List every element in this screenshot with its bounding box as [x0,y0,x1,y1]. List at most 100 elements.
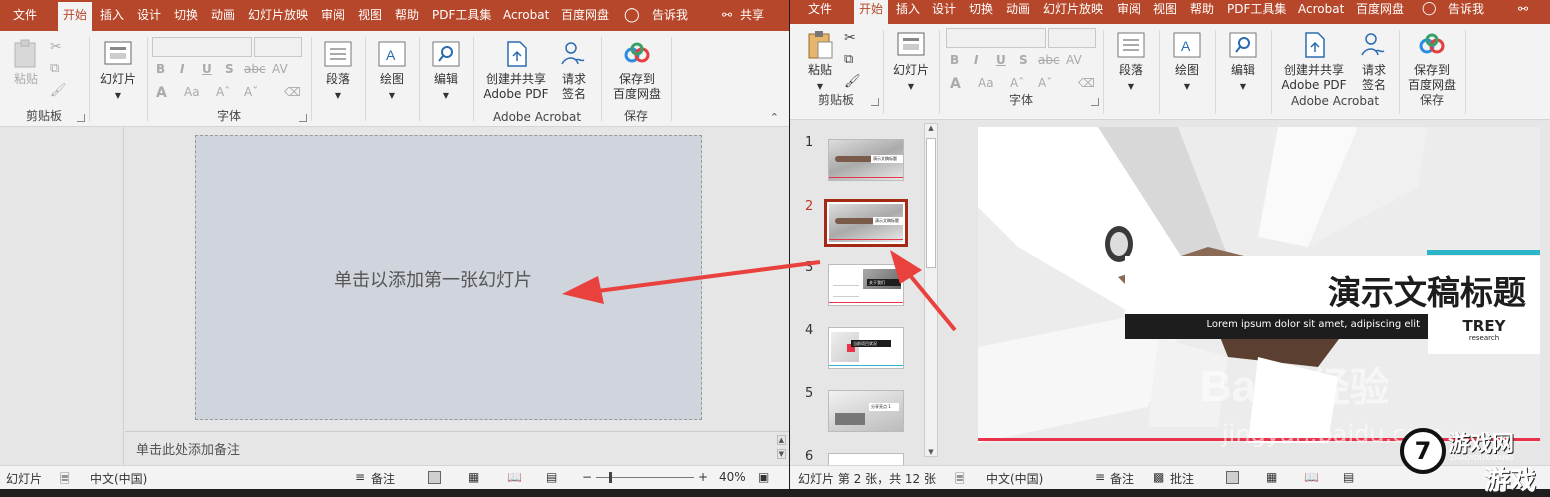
notes-icon[interactable]: ≡ [1095,470,1105,484]
slideshow-icon[interactable]: ▤ [546,470,557,484]
copy-icon[interactable]: ⧉ [50,61,59,76]
font-name-select[interactable] [152,37,252,57]
change-case-icon[interactable]: Aa [184,85,200,99]
tab-pdf-tools[interactable]: PDF工具集 [432,0,491,31]
slide-sorter-icon[interactable]: ▦ [468,470,479,484]
notes-button[interactable]: 备注 [371,470,395,487]
paste-button[interactable]: 粘贴 ▼ [802,30,838,94]
tab-file[interactable]: 文件 [13,0,37,31]
language-indicator[interactable]: 中文(中国) [90,470,147,487]
char-spacing-icon[interactable]: AV [272,62,288,76]
comments-icon[interactable]: ▩ [1153,470,1164,484]
font-launcher-icon[interactable] [299,114,307,122]
language-indicator[interactable]: 中文(中国) [986,470,1043,487]
tab-slideshow[interactable]: 幻灯片放映 [248,0,308,31]
normal-view-icon[interactable] [1226,471,1239,484]
collapse-ribbon-icon[interactable]: ⌃ [770,111,779,124]
tell-me-search[interactable]: 告诉我 [652,0,688,31]
thumbnail-item[interactable]: 4 当前项目状况 [790,321,920,371]
tab-file[interactable]: 文件 [808,0,832,24]
notes-icon[interactable]: ≡ [355,470,365,484]
thumbnail-item-selected[interactable]: 2 演示文稿标题 [790,195,920,249]
tab-acrobat[interactable]: Acrobat [503,0,549,31]
strikethrough-icon[interactable]: abc [244,62,266,76]
clipboard-launcher-icon[interactable] [77,114,85,122]
tab-view[interactable]: 视图 [358,0,382,31]
font-name-select[interactable] [946,28,1046,48]
zoom-out-button[interactable]: − [582,470,592,484]
format-painter-icon[interactable]: 🖌 [50,83,67,98]
thumbnail-item[interactable]: 1 演示文稿标题 [790,133,920,183]
format-painter-icon[interactable]: 🖌 [844,74,861,89]
scroll-up-icon[interactable]: ▲ [925,124,937,132]
thumbnail-item[interactable]: 5 分享亮点 1 [790,384,920,434]
slide-title[interactable]: 演示文稿标题 [1328,266,1526,314]
underline-icon[interactable]: U [202,62,212,76]
zoom-in-button[interactable]: + [698,470,708,484]
copy-icon[interactable]: ⧉ [844,52,853,67]
shadow-icon[interactable]: S [225,62,234,76]
clear-format-icon[interactable]: ⌫ [284,85,301,99]
bold-icon[interactable]: B [950,53,959,67]
cut-icon[interactable]: ✂ [844,30,856,46]
tab-home[interactable]: 开始 [58,2,93,31]
increase-font-icon[interactable]: Aˆ [1010,76,1024,90]
add-first-slide-text[interactable]: 单击以添加第一张幻灯片 [334,266,532,292]
tab-animations[interactable]: 动画 [211,0,235,31]
fit-window-icon[interactable]: ▣ [758,470,769,484]
scroll-down-icon[interactable]: ▼ [776,449,786,459]
clear-format-icon[interactable]: ⌫ [1078,76,1095,90]
save-to-baidu-button[interactable]: 保存到 百度网盘 [1402,30,1462,93]
thumbnail-item[interactable]: 3 关于我们 [790,258,920,308]
reading-view-icon[interactable]: 📖 [1304,470,1319,484]
person-icon[interactable]: ⚯ [722,0,732,31]
spellcheck-icon[interactable]: 🗏 [60,470,70,489]
editing-button[interactable]: 编辑 ▼ [426,39,466,103]
underline-icon[interactable]: U [996,53,1006,67]
thumbnail-scrollbar[interactable]: ▲ ▼ [924,123,938,457]
normal-view-icon[interactable] [428,471,441,484]
slide-subtitle[interactable]: Lorem ipsum dolor sit amet, adipiscing e… [1207,319,1420,330]
tab-design[interactable]: 设计 [137,0,161,31]
increase-font-icon[interactable]: Aˆ [216,85,230,99]
italic-icon[interactable]: I [180,62,184,76]
italic-icon[interactable]: I [974,53,978,67]
scroll-up-icon[interactable]: ▲ [776,435,786,445]
tab-help[interactable]: 帮助 [395,0,419,31]
zoom-slider-thumb[interactable] [609,472,612,483]
new-slide-button[interactable]: 幻灯片 ▼ [96,39,140,103]
char-spacing-icon[interactable]: AV [1066,53,1082,67]
create-share-pdf-button[interactable]: 创建并共享 Adobe PDF [480,39,552,102]
change-case-icon[interactable]: Aa [978,76,994,90]
share-button[interactable]: 共享 [740,0,764,31]
tab-baidu-netdisk[interactable]: 百度网盘 [561,0,609,31]
font-launcher-icon[interactable] [1091,98,1099,106]
strikethrough-icon[interactable]: abc [1038,53,1060,67]
lightbulb-icon[interactable]: ◯ [624,0,640,31]
comments-button[interactable]: 批注 [1170,470,1194,487]
drawing-button[interactable]: A 绘图 ▼ [372,39,412,103]
clipboard-launcher-icon[interactable] [871,98,879,106]
spellcheck-icon[interactable]: 🗏 [955,470,965,489]
zoom-level[interactable]: 40% [719,470,746,484]
paragraph-button[interactable]: 段落 ▼ [1111,30,1151,94]
tab-home[interactable]: 开始 [854,0,889,24]
bold-icon[interactable]: B [156,62,165,76]
tab-insert[interactable]: 插入 [100,0,124,31]
font-size-select[interactable] [1048,28,1096,48]
decrease-font-icon[interactable]: Aˇ [244,85,258,99]
decrease-font-icon[interactable]: Aˇ [1038,76,1052,90]
scroll-down-icon[interactable]: ▼ [925,448,937,456]
reading-view-icon[interactable]: 📖 [507,470,522,484]
font-color-icon[interactable]: A [156,85,167,101]
tab-transitions[interactable]: 切换 [174,0,198,31]
create-share-pdf-button[interactable]: 创建并共享 Adobe PDF [1276,30,1352,93]
scrollbar-thumb[interactable] [926,138,936,268]
request-signature-button[interactable]: 请求 签名 [554,39,594,102]
paragraph-button[interactable]: 段落 ▼ [318,39,358,103]
font-color-icon[interactable]: A [950,76,961,92]
thumbnail-pane[interactable] [0,127,124,465]
zoom-slider[interactable] [596,472,694,483]
editing-button[interactable]: 编辑 ▼ [1223,30,1263,94]
cut-icon[interactable]: ✂ [50,39,62,55]
